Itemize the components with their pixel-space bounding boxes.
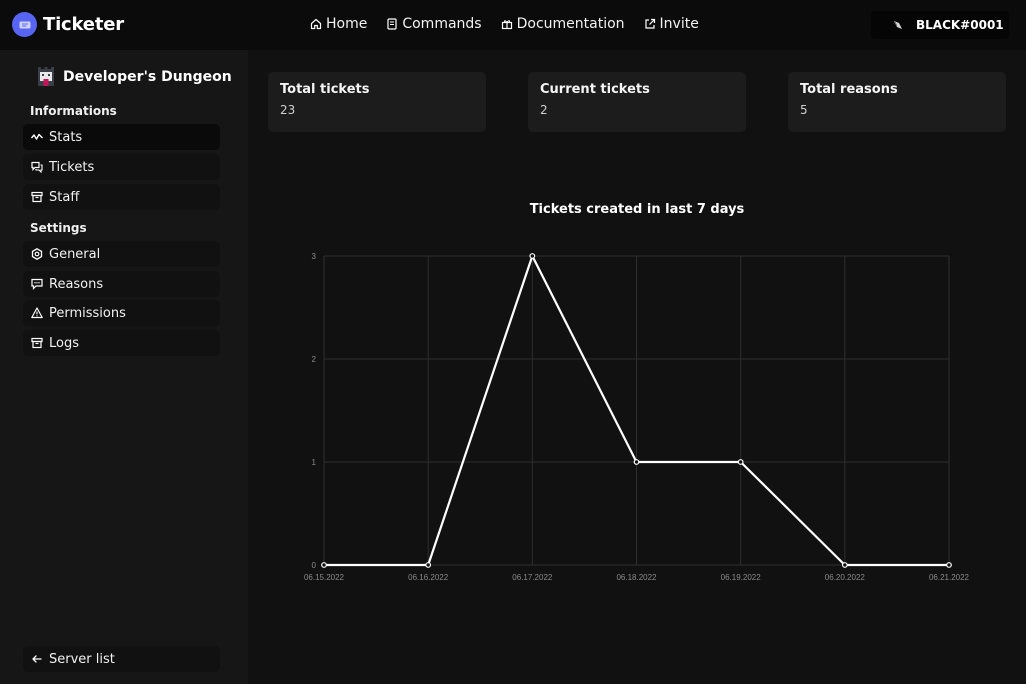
activity-icon <box>31 133 43 140</box>
main-nav: Home Commands Documentation Invite <box>310 16 718 32</box>
brand-name: Ticketer <box>43 14 124 35</box>
guild-name: Developer's Dungeon <box>63 69 232 85</box>
x-tick-label: 06.16.2022 <box>408 573 449 582</box>
sidebar-item-label: General <box>49 246 101 262</box>
y-tick-label: 2 <box>312 355 317 364</box>
archive-icon <box>31 337 43 349</box>
ticket-logo-icon <box>12 12 37 37</box>
home-icon <box>310 18 322 30</box>
nav-invite[interactable]: Invite <box>644 16 699 32</box>
sidebar-item-general[interactable]: General <box>23 241 220 267</box>
arrow-left-icon <box>32 655 42 663</box>
server-list-label: Server list <box>49 651 115 667</box>
nav-documentation-label: Documentation <box>516 16 625 32</box>
stat-value: 23 <box>280 103 296 117</box>
user-menu-button[interactable]: BLACK#0001 <box>871 11 1009 39</box>
sidebar: Developer's Dungeon Informations Stats T… <box>0 50 248 684</box>
chat-icon <box>31 161 43 173</box>
data-point <box>633 459 640 465</box>
section-title-settings: Settings <box>30 221 87 235</box>
stat-card-total-reasons: Total reasons 5 <box>788 72 1006 132</box>
sidebar-item-label: Permissions <box>49 305 126 321</box>
warning-icon <box>31 307 43 319</box>
stat-title: Total tickets <box>280 82 370 97</box>
user-tag: BLACK#0001 <box>916 18 1004 32</box>
x-tick-label: 06.19.2022 <box>721 573 762 582</box>
section-title-informations: Informations <box>30 104 117 118</box>
data-point <box>946 562 952 568</box>
nav-home-label: Home <box>326 16 368 32</box>
user-avatar-icon <box>894 21 902 29</box>
nav-invite-label: Invite <box>659 16 699 32</box>
data-point <box>529 253 536 259</box>
sidebar-item-staff[interactable]: Staff <box>23 184 220 210</box>
archive-icon <box>31 191 43 203</box>
sidebar-item-label: Reasons <box>49 276 104 292</box>
chart-title: Tickets created in last 7 days <box>529 202 745 217</box>
sidebar-item-label: Logs <box>49 335 79 351</box>
book-icon <box>387 18 397 30</box>
sidebar-item-tickets[interactable]: Tickets <box>23 154 220 180</box>
sidebar-item-label: Staff <box>49 189 80 205</box>
data-point <box>425 562 432 568</box>
tickets-line-chart: 0 1 2 3 06.15.2022 06.16.2022 06.17.2022 06.18.… <box>304 252 970 582</box>
stat-value: 5 <box>800 103 808 117</box>
x-tick-label: 06.17.2022 <box>512 573 553 582</box>
nav-home[interactable]: Home <box>310 16 367 32</box>
nav-documentation[interactable]: Documentation <box>501 16 625 32</box>
stat-title: Total reasons <box>800 82 898 97</box>
external-link-icon <box>644 18 655 29</box>
y-tick-label: 1 <box>312 458 317 467</box>
data-point <box>737 459 744 465</box>
sidebar-item-logs[interactable]: Logs <box>23 330 220 356</box>
x-tick-label: 06.18.2022 <box>616 573 657 582</box>
castle-icon <box>38 67 54 86</box>
sidebar-item-permissions[interactable]: Permissions <box>23 300 220 326</box>
sidebar-item-reasons[interactable]: Reasons <box>23 271 220 297</box>
server-list-button[interactable]: Server list <box>23 646 220 672</box>
stat-value: 2 <box>540 103 548 117</box>
y-tick-label: 0 <box>312 561 317 570</box>
message-icon <box>31 278 43 290</box>
sidebar-item-label: Tickets <box>49 159 95 175</box>
x-tick-label: 06.20.2022 <box>825 573 866 582</box>
nav-commands[interactable]: Commands <box>386 16 482 32</box>
brand[interactable]: Ticketer <box>12 12 124 37</box>
sidebar-item-stats[interactable]: Stats <box>23 124 220 150</box>
nav-commands-label: Commands <box>402 16 482 32</box>
sidebar-item-label: Stats <box>49 129 83 145</box>
stat-card-total-tickets: Total tickets 23 <box>268 72 486 132</box>
guild-header: Developer's Dungeon <box>36 66 232 88</box>
top-bar: Ticketer Home Commands Documentation Inv… <box>0 0 1026 50</box>
y-tick-label: 3 <box>312 252 317 261</box>
x-tick-label: 06.15.2022 <box>304 573 345 582</box>
data-point <box>841 562 848 568</box>
gear-icon <box>31 248 43 260</box>
stat-title: Current tickets <box>540 82 650 97</box>
gift-icon <box>501 20 512 30</box>
stat-card-current-tickets: Current tickets 2 <box>528 72 746 132</box>
x-tick-label: 06.21.2022 <box>929 573 970 582</box>
data-point <box>321 562 327 568</box>
